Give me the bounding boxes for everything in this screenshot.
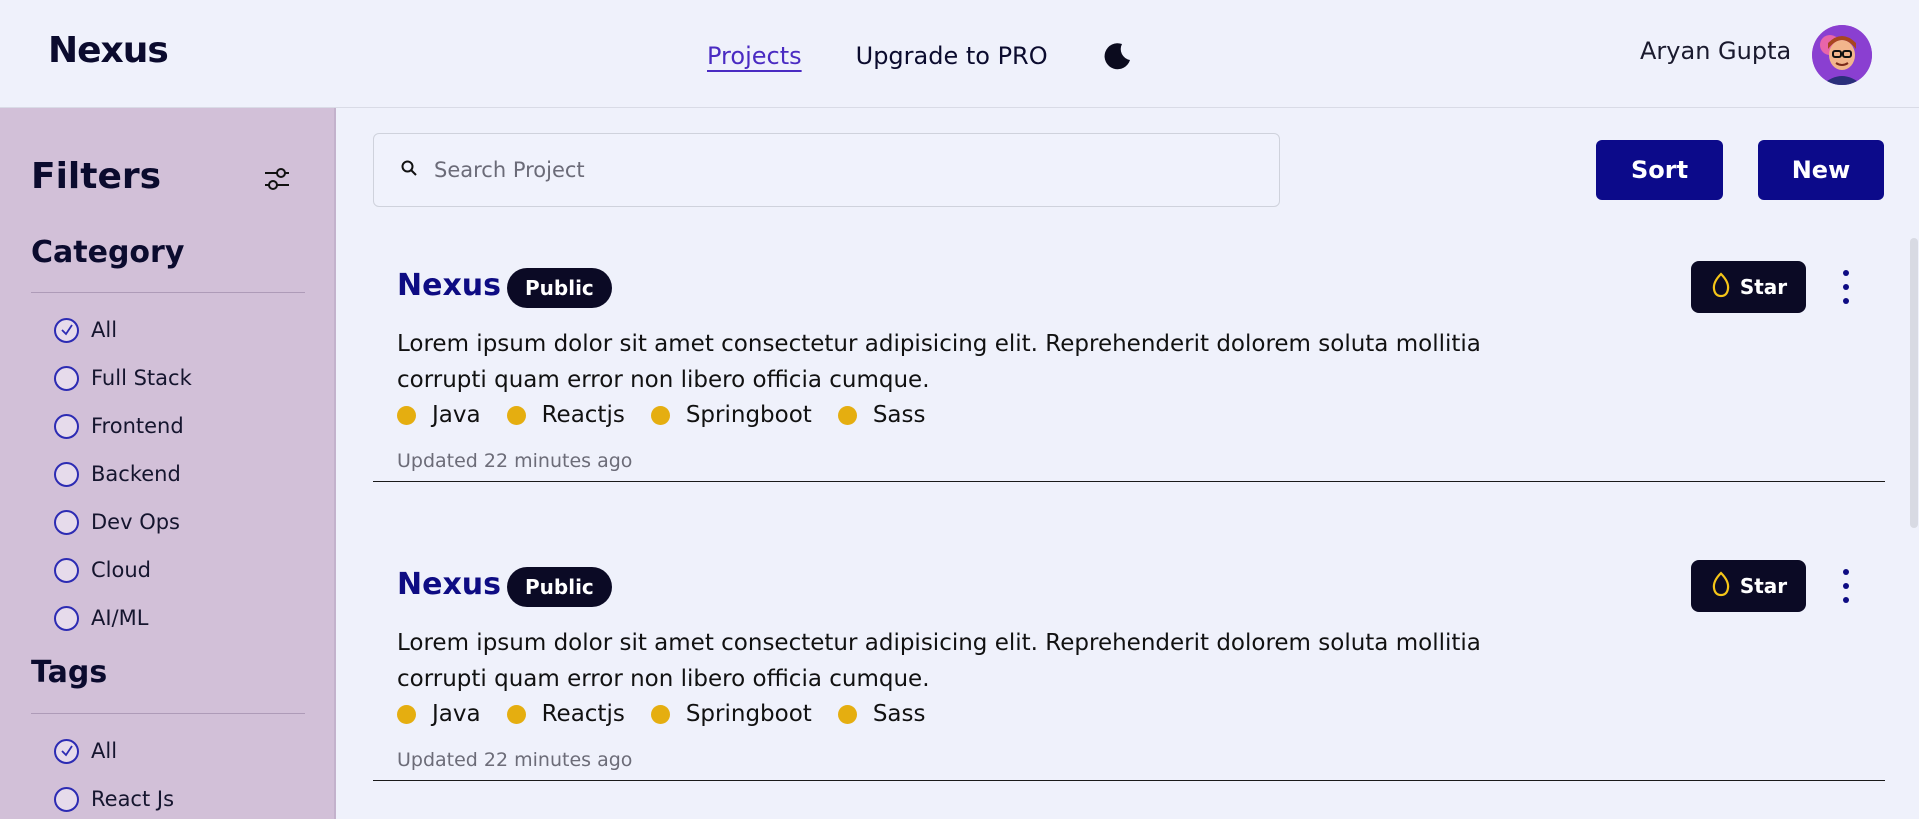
tag-option-react-js[interactable]: React Js [54,785,174,813]
option-label: React Js [91,787,175,811]
tech-dot-icon [650,704,670,724]
option-label: Dev Ops [91,510,180,534]
nav-link-projects[interactable]: Projects [707,42,802,70]
tech-label: Sass [872,402,926,428]
tech-item: Springboot [650,402,812,428]
star-button[interactable]: Star [1691,261,1806,313]
tech-list: Java Reactjs Springboot Sass [397,701,925,727]
tech-dot-icon [506,405,526,425]
radio-icon[interactable] [54,413,79,439]
tag-option-all[interactable]: All [54,737,117,765]
project-card: Nexus Public Lorem ipsum dolor sit amet … [373,230,1885,482]
visibility-badge: Public [507,268,612,308]
tech-dot-icon [650,405,670,425]
more-options-icon[interactable] [1831,565,1861,607]
category-option-cloud[interactable]: Cloud [54,556,151,584]
tech-label: Springboot [685,701,812,727]
project-description: Lorem ipsum dolor sit amet consectetur a… [397,630,1481,692]
radio-icon[interactable] [54,605,79,631]
tech-item: Java [397,402,481,428]
tech-dot-icon [837,405,857,425]
tech-dot-icon [506,704,526,724]
more-options-icon[interactable] [1831,266,1861,308]
tech-label: Java [432,701,481,727]
tech-label: Java [432,402,481,428]
star-label: Star [1739,275,1788,299]
category-option-full-stack[interactable]: Full Stack [54,364,192,392]
star-icon [1710,271,1732,303]
option-label: AI/ML [91,606,149,630]
project-card: Nexus Public Lorem ipsum dolor sit amet … [373,529,1885,781]
star-button[interactable]: Star [1691,560,1806,612]
radio-icon[interactable] [54,557,79,583]
dark-mode-toggle-icon[interactable] [1102,40,1134,72]
tech-dot-icon [397,704,416,724]
updated-timestamp: Updated 22 minutes ago [397,749,633,771]
filters-title: Filters [31,156,162,197]
category-option-dev-ops[interactable]: Dev Ops [54,508,180,536]
search-icon [400,159,418,181]
main-nav: Projects Upgrade to PRO [707,36,1134,76]
project-title[interactable]: Nexus [397,567,501,602]
search-bar[interactable] [373,133,1280,207]
tech-item: Springboot [650,701,812,727]
star-label: Star [1739,574,1788,598]
option-label: Frontend [91,414,184,438]
user-name: Aryan Gupta [1640,37,1792,65]
tech-item: Reactjs [506,701,625,727]
top-navbar: Nexus Projects Upgrade to PRO Aryan Gupt… [0,0,1919,108]
radio-icon[interactable] [54,365,79,391]
sort-button[interactable]: Sort [1596,140,1723,200]
tech-dot-icon [837,704,857,724]
sliders-icon[interactable] [262,164,292,194]
tags-title: Tags [31,655,108,690]
radio-icon[interactable] [54,786,79,812]
category-title: Category [31,235,185,270]
category-option-ai-ml[interactable]: AI/ML [54,604,148,632]
nav-link-upgrade[interactable]: Upgrade to PRO [856,42,1048,70]
tech-list: Java Reactjs Springboot Sass [397,402,925,428]
tech-label: Reactjs [541,701,625,727]
option-label: All [91,739,118,763]
tech-label: Sass [872,701,926,727]
option-label: All [91,318,118,342]
checked-radio-icon[interactable] [54,738,79,764]
tech-item: Sass [837,701,926,727]
option-label: Cloud [91,558,151,582]
project-title[interactable]: Nexus [397,268,501,303]
tech-dot-icon [397,405,416,425]
visibility-badge: Public [507,567,612,607]
tech-item: Java [397,701,481,727]
tech-label: Reactjs [541,402,625,428]
radio-icon[interactable] [54,461,79,487]
checked-radio-icon[interactable] [54,317,79,343]
new-project-button[interactable]: New [1758,140,1884,200]
category-option-backend[interactable]: Backend [54,460,181,488]
scrollbar-thumb[interactable] [1910,238,1918,528]
updated-timestamp: Updated 22 minutes ago [397,450,633,472]
category-option-frontend[interactable]: Frontend [54,412,184,440]
avatar[interactable] [1812,25,1872,85]
star-icon [1710,570,1732,602]
option-label: Backend [91,462,181,486]
filters-sidebar: Filters Category All Full Stack Frontend… [0,108,336,819]
category-option-all[interactable]: All [54,316,117,344]
tech-label: Springboot [685,402,812,428]
tech-item: Sass [837,402,926,428]
tech-item: Reactjs [506,402,625,428]
option-label: Full Stack [91,366,192,390]
project-description: Lorem ipsum dolor sit amet consectetur a… [397,331,1481,393]
brand-logo[interactable]: Nexus [48,30,169,71]
divider [31,292,305,293]
search-input[interactable] [434,158,1254,182]
radio-icon[interactable] [54,509,79,535]
divider [31,713,305,714]
